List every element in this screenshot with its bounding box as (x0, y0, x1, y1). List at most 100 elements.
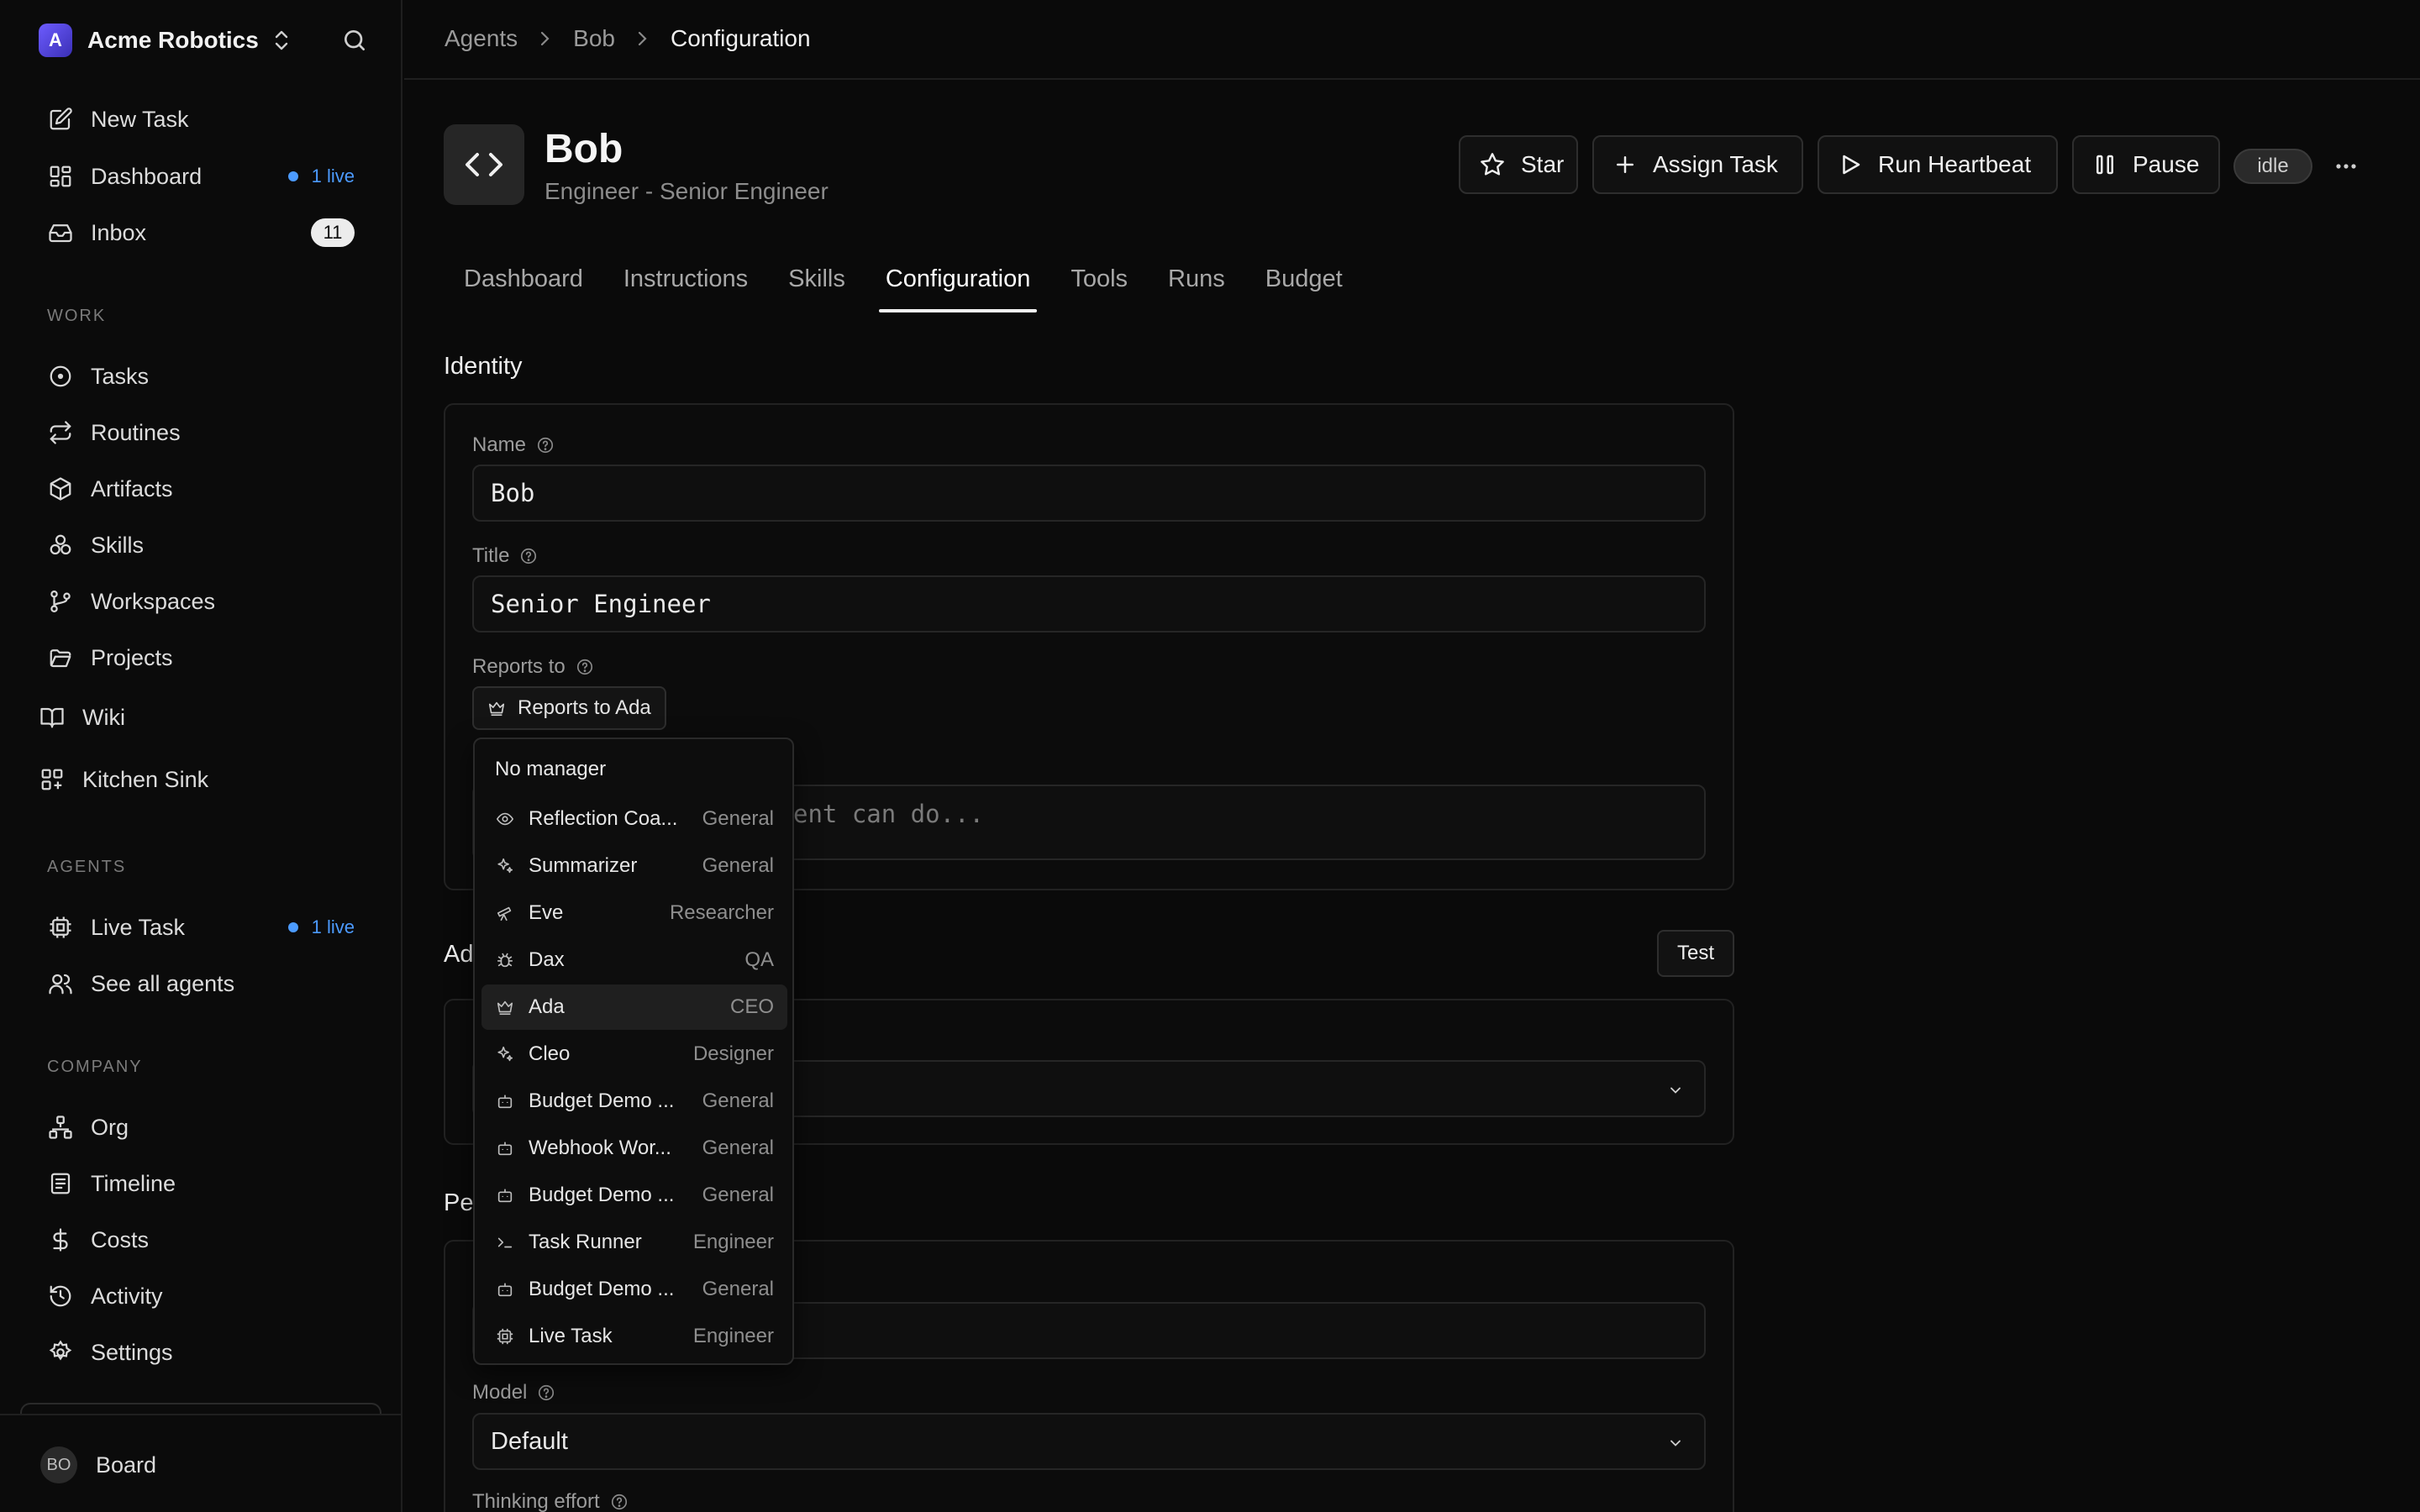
sidebar-item-new-task[interactable]: New Task (47, 101, 366, 138)
sidebar-panel-edge (20, 1403, 381, 1415)
run-heartbeat-button[interactable]: Run Heartbeat (1818, 135, 2058, 194)
sidebar-item-label: Org (91, 1114, 129, 1140)
dropdown-option[interactable]: Budget Demo ... General (481, 1173, 787, 1218)
tab-budget[interactable]: Budget (1245, 260, 1363, 312)
terminal-icon (495, 1232, 515, 1252)
dropdown-option[interactable]: Budget Demo ... General (481, 1267, 787, 1312)
dropdown-option[interactable]: Eve Researcher (481, 890, 787, 936)
sidebar-item-live-task[interactable]: Live Task 1 live (47, 909, 366, 946)
test-button[interactable]: Test (1657, 930, 1734, 977)
package-icon (47, 475, 74, 502)
tab-configuration[interactable]: Configuration (865, 260, 1051, 312)
telescope-icon (495, 903, 515, 923)
gear-icon (47, 1339, 74, 1366)
tab-instructions[interactable]: Instructions (603, 260, 768, 312)
sidebar-item-label: Routines (91, 419, 181, 445)
inbox-count-badge: 11 (311, 218, 355, 247)
bot-icon (495, 1091, 515, 1111)
grid-plus-icon (39, 766, 66, 793)
sidebar-item-dashboard[interactable]: Dashboard 1 live (47, 158, 366, 195)
pause-label: Pause (2133, 151, 2200, 177)
sidebar-item-inbox[interactable]: Inbox 11 (47, 214, 366, 251)
star-icon (1479, 151, 1506, 178)
option-role: General (702, 1089, 774, 1112)
dropdown-option-highlighted[interactable]: Ada CEO (481, 984, 787, 1030)
sidebar-item-skills[interactable]: Skills (47, 527, 366, 564)
repeat-icon (47, 419, 74, 446)
reports-to-label: Reports to (472, 655, 594, 679)
assign-task-button[interactable]: Assign Task (1592, 135, 1803, 194)
sidebar-item-artifacts[interactable]: Artifacts (47, 470, 366, 507)
option-role: CEO (729, 995, 774, 1018)
sidebar-item-tasks[interactable]: Tasks (47, 358, 366, 395)
dropdown-option[interactable]: Webhook Wor... General (481, 1126, 787, 1171)
sidebar-item-settings[interactable]: Settings (47, 1334, 366, 1371)
sidebar-item-label: Projects (91, 644, 173, 670)
option-role: QA (744, 948, 774, 971)
chevron-up-down-icon (272, 29, 291, 52)
user-label: Board (96, 1452, 157, 1478)
more-icon[interactable] (2329, 151, 2363, 181)
sidebar-item-label: Tasks (91, 363, 150, 389)
reports-to-label-text: Reports to (472, 655, 566, 678)
help-circle-icon[interactable] (576, 658, 594, 676)
help-circle-icon[interactable] (610, 1493, 629, 1511)
dropdown-option-no-manager[interactable]: No manager (495, 758, 606, 781)
live-dot (287, 171, 298, 181)
breadcrumb-bob[interactable]: Bob (573, 25, 615, 52)
sidebar-item-routines[interactable]: Routines (47, 414, 366, 451)
cpu-icon (495, 1326, 515, 1347)
section-label-work: WORK (47, 307, 107, 325)
help-circle-icon[interactable] (537, 1383, 555, 1402)
model-select[interactable]: Default (472, 1413, 1706, 1470)
reports-to-value: Reports to Ada (518, 696, 651, 719)
tab-tools[interactable]: Tools (1050, 260, 1148, 312)
dropdown-option[interactable]: Task Runner Engineer (481, 1220, 787, 1265)
workspace-switcher[interactable]: A Acme Robotics (39, 24, 291, 57)
dropdown-option[interactable]: Live Task Engineer (481, 1314, 787, 1359)
sidebar-item-activity[interactable]: Activity (47, 1278, 366, 1315)
star-button[interactable]: Star (1459, 135, 1578, 194)
reports-to-button[interactable]: Reports to Ada (472, 686, 666, 730)
sidebar-item-label: Timeline (91, 1170, 176, 1196)
sidebar-item-see-all-agents[interactable]: See all agents (47, 965, 366, 1002)
play-icon (1838, 152, 1863, 177)
option-role: General (702, 1137, 774, 1159)
name-label-text: Name (472, 433, 527, 456)
dropdown-option[interactable]: Reflection Coa... General (481, 796, 787, 842)
section-label-company: COMPANY (47, 1058, 143, 1076)
option-name: Budget Demo ... (529, 1089, 675, 1112)
breadcrumb-agents[interactable]: Agents (445, 25, 518, 52)
sidebar-item-workspaces[interactable]: Workspaces (47, 583, 366, 620)
tab-dashboard[interactable]: Dashboard (444, 260, 603, 312)
sidebar-item-label: Artifacts (91, 475, 173, 501)
tab-runs[interactable]: Runs (1148, 260, 1245, 312)
sidebar-item-kitchen-sink[interactable]: Kitchen Sink (39, 761, 358, 798)
users-icon (47, 970, 74, 997)
sidebar-item-projects[interactable]: Projects (47, 639, 366, 676)
title-input[interactable]: Senior Engineer (472, 575, 1706, 633)
pause-button[interactable]: Pause (2072, 135, 2220, 194)
tab-skills[interactable]: Skills (768, 260, 865, 312)
live-dot (287, 922, 298, 932)
dropdown-option[interactable]: Summarizer General (481, 843, 787, 889)
option-name: Cleo (529, 1042, 571, 1065)
eye-icon (495, 809, 515, 829)
bot-icon (495, 1279, 515, 1299)
help-circle-icon[interactable] (519, 547, 538, 565)
sidebar-item-timeline[interactable]: Timeline (47, 1165, 366, 1202)
workspace-logo: A (39, 24, 72, 57)
search-icon[interactable] (338, 24, 371, 57)
sidebar-item-label: Wiki (82, 704, 125, 730)
sidebar-item-wiki[interactable]: Wiki (39, 699, 358, 736)
dropdown-option[interactable]: Cleo Designer (481, 1032, 787, 1077)
help-circle-icon[interactable] (536, 436, 555, 454)
star-label: Star (1521, 151, 1565, 177)
sidebar-item-costs[interactable]: Costs (47, 1221, 366, 1258)
name-input[interactable]: Bob (472, 465, 1706, 522)
dropdown-option[interactable]: Dax QA (481, 937, 787, 983)
edit-icon (47, 106, 74, 133)
user-menu[interactable]: BO Board (40, 1446, 156, 1483)
dropdown-option[interactable]: Budget Demo ... General (481, 1079, 787, 1124)
sidebar-item-org[interactable]: Org (47, 1109, 366, 1146)
